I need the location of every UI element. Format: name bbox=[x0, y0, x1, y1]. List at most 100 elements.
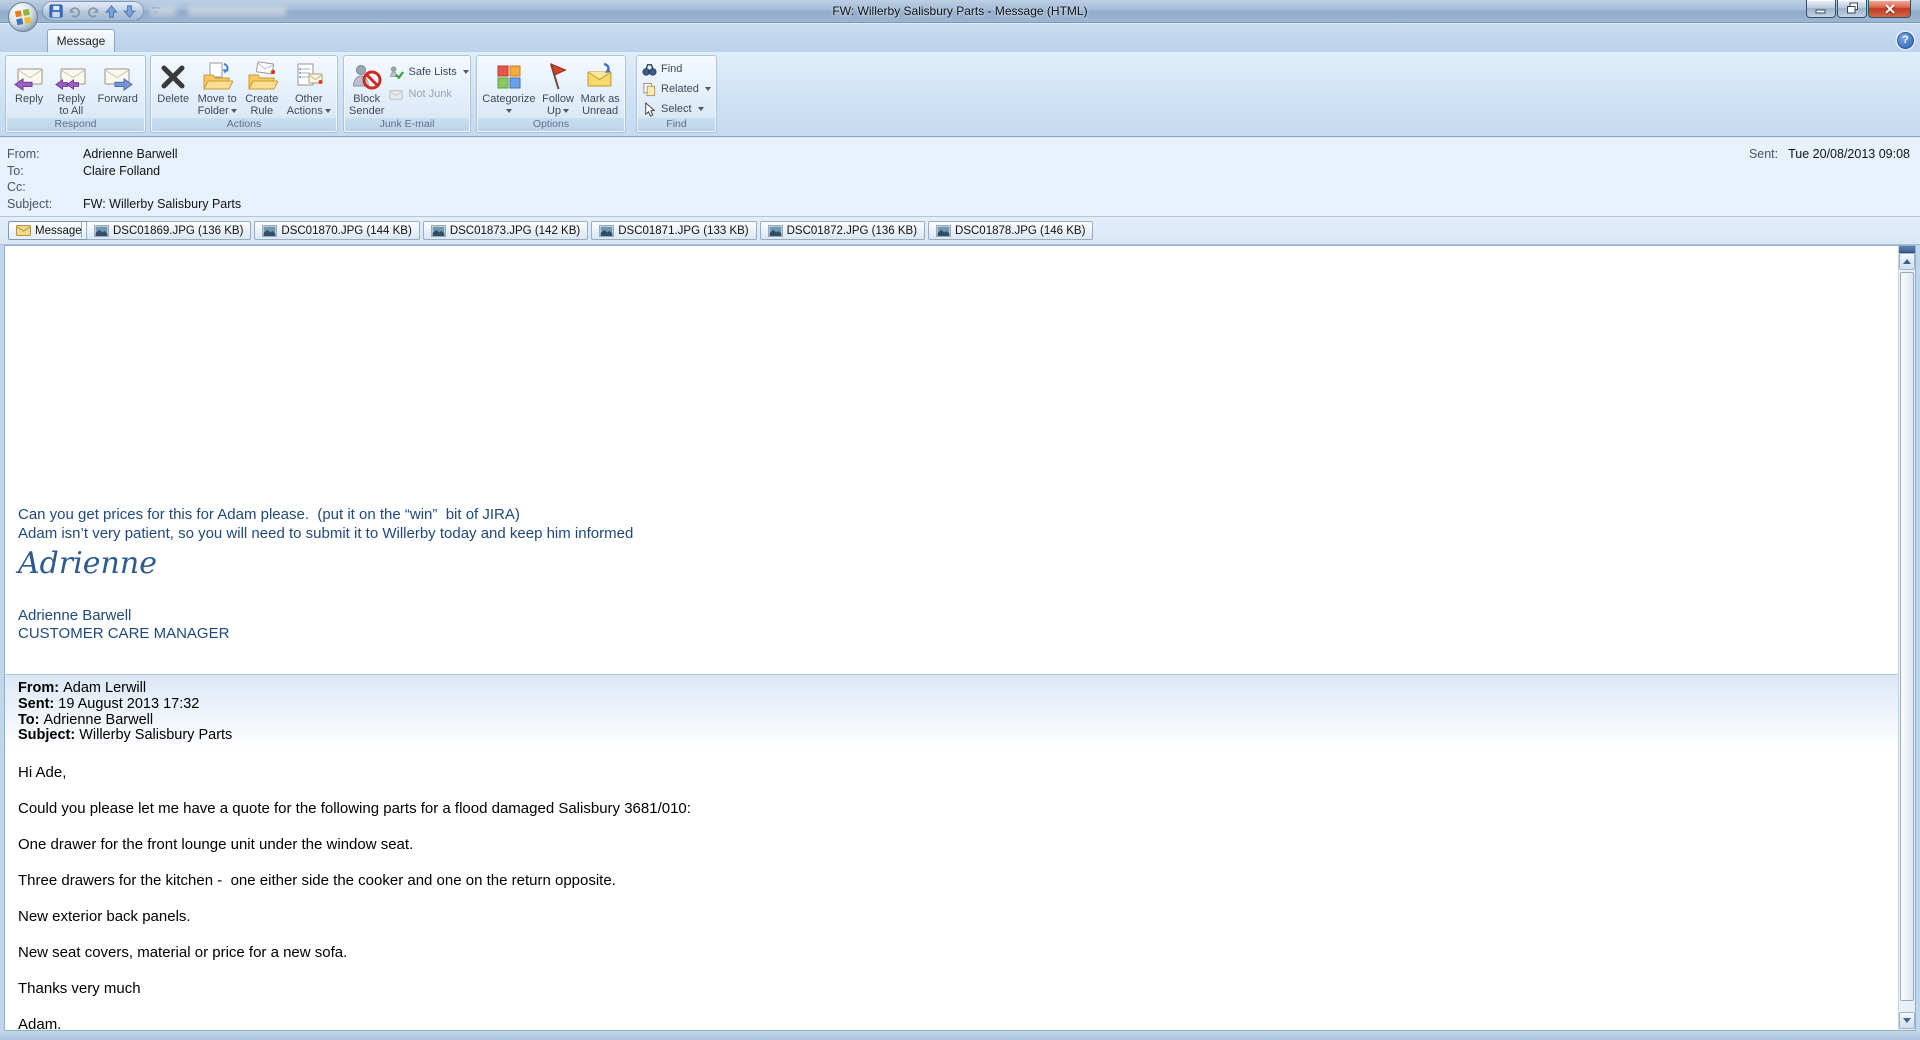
categorize-button[interactable]: Categorize bbox=[482, 58, 535, 117]
dropdown-arrow-icon bbox=[697, 107, 704, 111]
attachment-button[interactable]: DSC01872.JPG (136 KB) bbox=[759, 221, 926, 240]
follow-up-icon bbox=[550, 63, 567, 90]
message-body: Can you get prices for this for Adam ple… bbox=[5, 246, 1898, 1030]
attachment-button[interactable]: DSC01878.JPG (146 KB) bbox=[928, 221, 1094, 240]
subject-value: FW: Willerby Salisbury Parts bbox=[83, 197, 242, 211]
group-options: Categorize Follow Up Mark as Unread Opti… bbox=[476, 55, 626, 133]
safe-lists-button[interactable]: Safe Lists bbox=[386, 63, 471, 81]
header-row-from: From: Adrienne Barwell bbox=[7, 147, 1690, 162]
signature-name: Adrienne Barwell bbox=[18, 607, 132, 624]
quoted-subject: Subject: Willerby Salisbury Parts bbox=[18, 727, 233, 744]
up-arrow-icon bbox=[1903, 259, 1911, 264]
script-signature: Adrienne bbox=[18, 546, 157, 581]
photo-attachment-icon bbox=[94, 224, 109, 237]
related-button[interactable]: Related bbox=[639, 80, 714, 98]
sent-value: Tue 20/08/2013 09:08 bbox=[1788, 147, 1910, 161]
group-label-options: Options bbox=[478, 118, 624, 131]
redo-icon[interactable] bbox=[85, 3, 100, 19]
reply-icon bbox=[14, 68, 43, 91]
attachment-button[interactable]: DSC01871.JPG (133 KB) bbox=[591, 221, 757, 240]
find-button[interactable]: Find bbox=[639, 60, 714, 78]
delete-button[interactable]: Delete bbox=[157, 58, 189, 105]
select-button[interactable]: Select bbox=[639, 100, 714, 118]
attachment-separator bbox=[81, 222, 82, 238]
photo-attachment-icon bbox=[430, 224, 446, 237]
group-find: Find Related Select Find bbox=[636, 55, 717, 133]
follow-up-button[interactable]: Follow Up bbox=[542, 58, 574, 117]
ribbon-tab-row: Message bbox=[0, 24, 1920, 52]
attachment-button[interactable]: DSC01873.JPG (142 KB) bbox=[422, 221, 589, 240]
create-rule-icon bbox=[247, 61, 278, 90]
reply-button[interactable]: Reply bbox=[13, 58, 45, 105]
help-button[interactable]: ? bbox=[1897, 32, 1914, 49]
message-header-panel: From: Adrienne Barwell Sent: Tue 20/08/2… bbox=[0, 138, 1920, 217]
tab-message[interactable]: Message bbox=[47, 29, 115, 52]
signature-title: CUSTOMER CARE MANAGER bbox=[18, 625, 230, 642]
photo-attachment-icon bbox=[262, 224, 278, 237]
group-actions: Delete Move to Folder Create Rule Other … bbox=[150, 55, 338, 133]
photo-attachment-icon bbox=[936, 224, 952, 237]
other-actions-button[interactable]: Other Actions bbox=[287, 58, 331, 117]
dropdown-arrow-icon bbox=[505, 109, 512, 114]
mark-as-unread-button[interactable]: Mark as Unread bbox=[581, 58, 620, 117]
email-paragraph: New exterior back panels. bbox=[18, 908, 191, 925]
reply-all-icon bbox=[55, 68, 86, 90]
cc-label: Cc: bbox=[7, 180, 26, 194]
save-icon[interactable] bbox=[49, 3, 64, 19]
office-button[interactable] bbox=[7, 1, 39, 33]
move-to-folder-icon bbox=[203, 62, 234, 90]
to-label: To: bbox=[7, 164, 24, 178]
block-sender-icon bbox=[352, 65, 382, 90]
select-icon bbox=[645, 101, 656, 117]
close-button[interactable] bbox=[1868, 0, 1911, 18]
move-to-folder-button[interactable]: Move to Folder bbox=[198, 58, 237, 117]
title-bar: FW: Willerby Salisbury Parts - Message (… bbox=[0, 0, 1920, 32]
group-label-junk: Junk E-mail bbox=[345, 118, 469, 131]
group-label-actions: Actions bbox=[152, 118, 336, 131]
email-paragraph: Hi Ade, bbox=[18, 764, 67, 781]
reply-to-all-button[interactable]: Reply to All bbox=[55, 58, 87, 117]
group-label-find: Find bbox=[638, 118, 715, 131]
related-icon bbox=[643, 82, 656, 96]
attachment-button[interactable]: DSC01870.JPG (144 KB) bbox=[254, 221, 420, 240]
group-junk: Block Sender Safe Lists Not Junk Junk E-… bbox=[343, 55, 471, 133]
create-rule-button[interactable]: Create Rule bbox=[245, 58, 278, 117]
photo-attachment-icon bbox=[599, 224, 615, 237]
down-arrow-icon bbox=[1903, 1018, 1911, 1023]
scrollbar-thumb[interactable] bbox=[1900, 272, 1914, 1001]
attachment-bar: Message DSC01869.JPG (136 KB) DSC01870.J… bbox=[0, 217, 1920, 245]
subject-label: Subject: bbox=[7, 197, 53, 211]
restore-button[interactable] bbox=[1837, 0, 1867, 18]
from-value: Adrienne Barwell bbox=[83, 147, 178, 161]
undo-icon[interactable] bbox=[67, 3, 82, 19]
dropdown-arrow-icon bbox=[462, 70, 469, 74]
minimize-button[interactable] bbox=[1806, 0, 1836, 18]
message-view-tab[interactable]: Message bbox=[8, 221, 90, 240]
dropdown-arrow-icon bbox=[230, 109, 237, 114]
window-frame-right bbox=[1916, 245, 1920, 1040]
forward-button[interactable]: Forward bbox=[98, 58, 138, 105]
intro-line-2: Adam isn’t very patient, so you will nee… bbox=[18, 525, 634, 542]
email-paragraph: New seat covers, material or price for a… bbox=[18, 944, 348, 961]
dropdown-arrow-icon bbox=[324, 109, 331, 114]
previous-item-icon[interactable] bbox=[104, 3, 119, 19]
next-item-icon[interactable] bbox=[122, 3, 137, 19]
scroll-down-button[interactable] bbox=[1899, 1012, 1915, 1029]
intro-line-1: Can you get prices for this for Adam ple… bbox=[18, 506, 520, 523]
attachment-button[interactable]: DSC01869.JPG (136 KB) bbox=[86, 221, 252, 240]
delete-icon bbox=[161, 65, 185, 89]
header-sent: Sent: Tue 20/08/2013 09:08 bbox=[1749, 147, 1910, 161]
not-junk-button[interactable]: Not Junk bbox=[386, 85, 471, 103]
window-controls bbox=[1805, 0, 1911, 18]
block-sender-button[interactable]: Block Sender bbox=[349, 58, 384, 117]
split-handle[interactable] bbox=[1899, 246, 1915, 253]
group-label-respond: Respond bbox=[7, 118, 144, 131]
ribbon: ? Reply Reply to All Forward Respond Del… bbox=[0, 32, 1920, 137]
window-frame-bottom bbox=[0, 1031, 1920, 1040]
message-envelope-icon bbox=[16, 225, 31, 236]
not-junk-icon bbox=[389, 89, 404, 100]
scroll-up-button[interactable] bbox=[1899, 253, 1915, 270]
find-icon bbox=[642, 63, 657, 76]
to-value: Claire Folland bbox=[83, 164, 161, 178]
vertical-scrollbar[interactable] bbox=[1898, 246, 1915, 1030]
